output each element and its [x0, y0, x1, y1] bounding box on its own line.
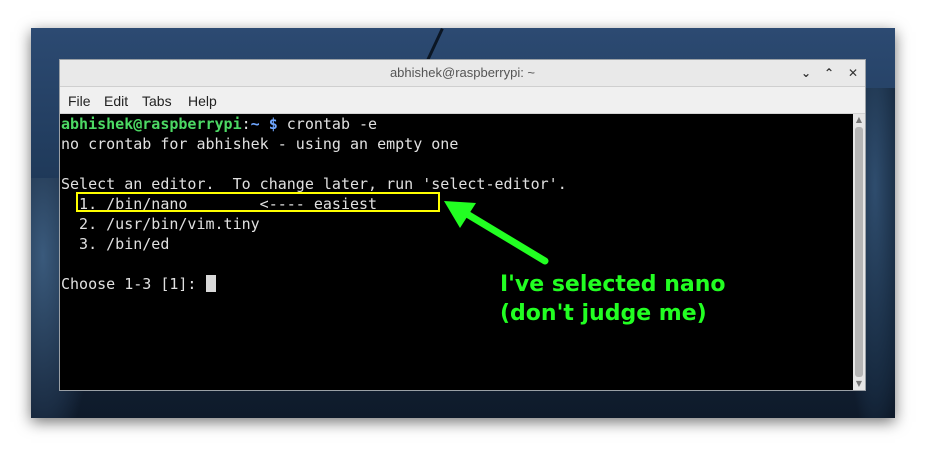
- menu-edit[interactable]: Edit: [102, 87, 130, 113]
- terminal-line: Select an editor. To change later, run '…: [61, 175, 567, 193]
- editor-option-vim: 2. /usr/bin/vim.tiny: [61, 215, 260, 233]
- terminal-line: no crontab for abhishek - using an empty…: [61, 135, 459, 153]
- menu-help[interactable]: Help: [186, 87, 219, 113]
- choice-prompt-line: Choose 1-3 [1]:: [61, 274, 216, 294]
- minimize-button[interactable]: ⌄: [796, 63, 816, 83]
- prompt-separator: :: [241, 115, 251, 133]
- text-cursor: [205, 275, 216, 292]
- annotation-line-1: I've selected nano: [500, 272, 726, 297]
- prompt-path: ~ $: [250, 115, 278, 133]
- menu-bar: File Edit Tabs Help: [60, 87, 865, 114]
- editor-option-ed: 3. /bin/ed: [61, 235, 170, 253]
- window-title: abhishek@raspberrypi: ~: [389, 65, 536, 80]
- close-button[interactable]: ✕: [843, 63, 863, 83]
- scrollbar[interactable]: ▲ ▼: [853, 114, 865, 390]
- title-bar[interactable]: abhishek@raspberrypi: ~ ⌄ ⌃ ✕: [60, 60, 865, 87]
- scroll-up-arrow-icon[interactable]: ▲: [853, 114, 865, 126]
- choice-prompt: Choose 1-3 [1]:: [61, 275, 206, 293]
- menu-tabs[interactable]: Tabs: [140, 87, 174, 113]
- nano-highlight-box: [76, 192, 440, 212]
- scroll-thumb[interactable]: [855, 127, 863, 377]
- annotation-arrow-icon: [444, 201, 549, 265]
- annotation-text: I've selected nano (don't judge me): [500, 270, 800, 328]
- command-text: crontab -e: [277, 115, 378, 133]
- annotation-line-2: (don't judge me): [500, 301, 707, 326]
- prompt-user: abhishek@raspberrypi: [61, 115, 242, 133]
- menu-file[interactable]: File: [66, 87, 93, 113]
- scroll-down-arrow-icon[interactable]: ▼: [853, 378, 865, 390]
- maximize-button[interactable]: ⌃: [819, 63, 839, 83]
- prompt-line: abhishek@raspberrypi:~ $ crontab -e: [61, 114, 377, 134]
